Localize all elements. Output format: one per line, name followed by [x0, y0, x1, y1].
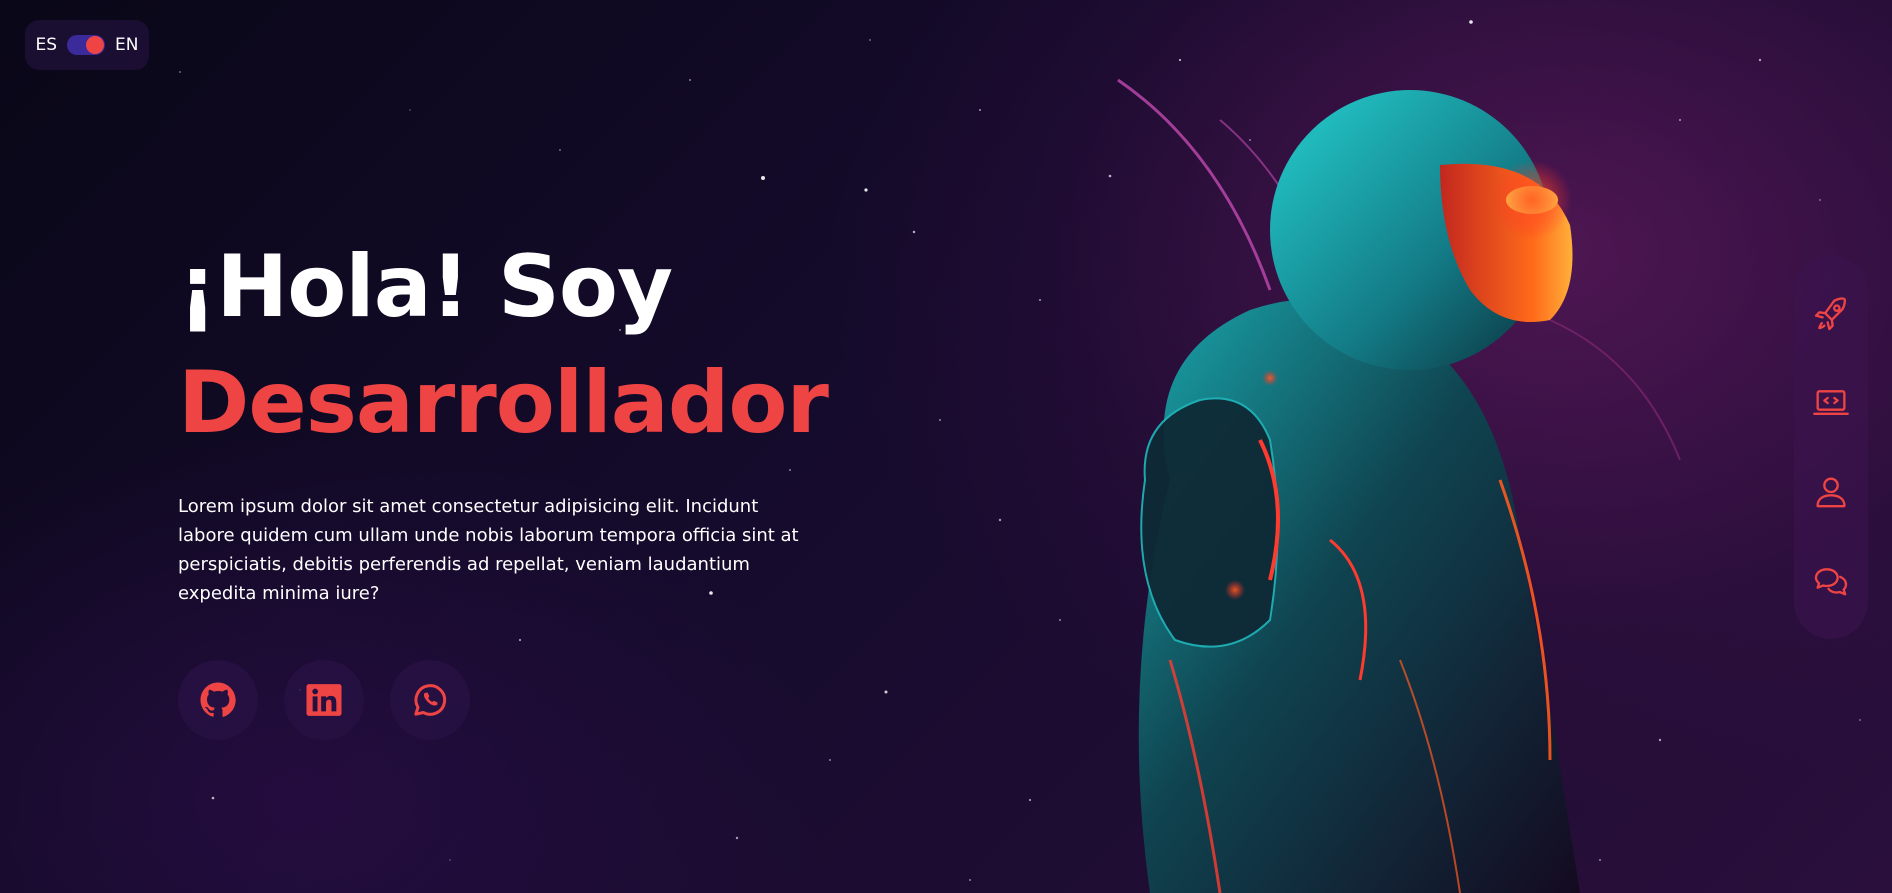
hero-description: Lorem ipsum dolor sit amet consectetur a… [178, 496, 799, 604]
social-links [178, 660, 858, 740]
whatsapp-link[interactable] [390, 660, 470, 740]
side-navigation [1794, 255, 1868, 639]
hero-greeting: ¡Hola! Soy [178, 237, 673, 337]
nav-item-contact[interactable] [1803, 553, 1859, 609]
whatsapp-icon [414, 684, 447, 716]
linkedin-icon [306, 684, 342, 716]
github-icon [200, 682, 236, 717]
language-es-label: ES [35, 35, 58, 55]
hero-section: ¡Hola! Soy Desarrollador Lorem ipsum dol… [178, 232, 858, 740]
page: ES EN ¡Hola! Soy Desarrollador Lorem ips… [0, 0, 1892, 893]
nav-item-projects[interactable] [1803, 375, 1859, 431]
user-icon [1816, 477, 1846, 507]
nav-item-about[interactable] [1803, 464, 1859, 520]
nav-item-rocket[interactable] [1803, 286, 1859, 342]
language-toggle[interactable]: ES EN [25, 20, 149, 70]
language-switch-knob [86, 36, 105, 54]
laptop-code-icon [1813, 389, 1849, 415]
github-link[interactable] [178, 660, 258, 740]
chat-icon [1814, 567, 1848, 595]
language-en-label: EN [115, 35, 139, 55]
astronaut-illustration [1117, 78, 1681, 893]
rocket-icon [1814, 296, 1846, 330]
language-switch[interactable] [67, 35, 106, 55]
hero-role: Desarrollador [178, 353, 829, 453]
linkedin-link[interactable] [284, 660, 364, 740]
